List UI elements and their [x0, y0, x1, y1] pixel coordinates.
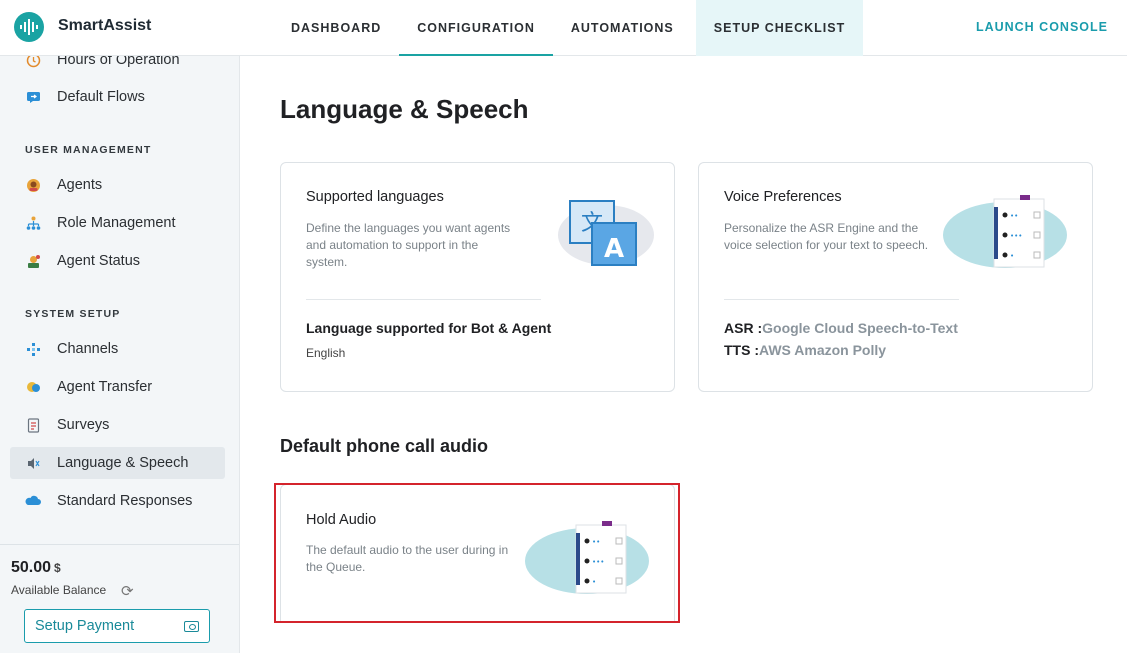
- voice-preferences-card[interactable]: Voice Preferences Personalize the ASR En…: [698, 162, 1093, 392]
- sidebar-item-label: Default Flows: [57, 89, 145, 105]
- sidebar: Hours of Operation Default Flows USER MA…: [0, 56, 240, 653]
- sidebar-item-agents[interactable]: Agents: [10, 169, 225, 201]
- sidebar-item-label: Agent Status: [57, 253, 141, 269]
- speech-icon: [25, 455, 41, 471]
- card-divider: [724, 299, 959, 300]
- sidebar-item-label: Channels: [57, 341, 119, 357]
- hierarchy-icon: [25, 215, 41, 231]
- sidebar-item-label: Standard Responses: [57, 493, 193, 509]
- balance-value: 50.00: [11, 559, 52, 576]
- sidebar-item-label: Role Management: [57, 215, 176, 231]
- card-title: Voice Preferences: [724, 189, 842, 205]
- highlight-box: [274, 483, 680, 623]
- setup-payment-label: Setup Payment: [35, 618, 135, 634]
- refresh-icon[interactable]: ⟳: [121, 582, 134, 600]
- translate-icon: 文 A: [558, 200, 654, 266]
- sidebar-item-agent-transfer[interactable]: Agent Transfer: [10, 371, 225, 403]
- sidebar-item-default-flows[interactable]: Default Flows: [10, 81, 225, 113]
- cloud-icon: [25, 493, 41, 509]
- card-divider: [306, 299, 541, 300]
- svg-text:•: •: [1010, 252, 1014, 260]
- main-nav: DASHBOARD CONFIGURATION AUTOMATIONS SETU…: [273, 0, 864, 56]
- svg-text:••: ••: [1010, 212, 1018, 220]
- sidebar-item-surveys[interactable]: Surveys: [10, 409, 225, 441]
- asr-value: Google Cloud Speech-to-Text: [762, 320, 958, 336]
- section-system-setup: SYSTEM SETUP: [25, 308, 121, 320]
- status-icon: [25, 253, 41, 269]
- sidebar-item-label: Surveys: [57, 417, 110, 433]
- balance-amount: 50.00 $: [11, 559, 61, 577]
- language-subtitle: Language supported for Bot & Agent: [306, 320, 552, 336]
- language-value: English: [306, 346, 346, 360]
- clock-icon: [25, 56, 41, 68]
- top-bar: SmartAssist DASHBOARD CONFIGURATION AUTO…: [0, 0, 1127, 56]
- svg-text:•••: •••: [1010, 232, 1022, 240]
- tts-value: AWS Amazon Polly: [759, 342, 887, 358]
- launch-console-link[interactable]: LAUNCH CONSOLE: [976, 20, 1108, 34]
- survey-icon: [25, 417, 41, 433]
- setup-payment-button[interactable]: Setup Payment: [24, 609, 210, 643]
- sidebar-item-standard-responses[interactable]: Standard Responses: [10, 485, 225, 517]
- supported-languages-card[interactable]: Supported languages Define the languages…: [280, 162, 675, 392]
- sidebar-item-language-speech[interactable]: Language & Speech: [10, 447, 225, 479]
- tab-setup-checklist[interactable]: SETUP CHECKLIST: [695, 0, 864, 56]
- balance-label: Available Balance: [11, 583, 107, 597]
- tab-configuration[interactable]: CONFIGURATION: [399, 0, 553, 56]
- sidebar-item-role-management[interactable]: Role Management: [10, 207, 225, 239]
- sidebar-item-label: Agents: [57, 177, 103, 193]
- sidebar-item-label: Hours of Operation: [57, 56, 180, 68]
- smartassist-logo-icon[interactable]: [14, 12, 44, 42]
- page-title: Language & Speech: [280, 94, 529, 124]
- channels-icon: [25, 341, 41, 357]
- asr-row: ASR :Google Cloud Speech-to-Text: [724, 320, 958, 336]
- tab-dashboard[interactable]: DASHBOARD: [273, 0, 399, 56]
- voice-settings-illustration: •• ••• •: [943, 195, 1067, 268]
- sidebar-item-agent-status[interactable]: Agent Status: [10, 245, 225, 277]
- tts-label: TTS :: [724, 342, 759, 358]
- app-name: SmartAssist: [58, 17, 152, 34]
- flow-icon: [25, 89, 41, 105]
- card-title: Supported languages: [306, 189, 444, 205]
- asr-label: ASR :: [724, 320, 763, 336]
- agent-icon: [25, 177, 41, 193]
- card-description: Personalize the ASR Engine and the voice…: [724, 221, 929, 252]
- transfer-icon: [25, 379, 41, 395]
- section-user-management: USER MANAGEMENT: [25, 144, 152, 156]
- balance-panel: 50.00 $ Available Balance ⟳ Setup Payment: [0, 544, 239, 653]
- sidebar-item-hours-of-operation[interactable]: Hours of Operation: [10, 56, 225, 76]
- card-description: Define the languages you want agents and…: [306, 221, 511, 269]
- tts-row: TTS :AWS Amazon Polly: [724, 342, 886, 358]
- sidebar-item-label: Language & Speech: [57, 455, 189, 471]
- balance-currency: $: [54, 561, 61, 575]
- tab-automations[interactable]: AUTOMATIONS: [553, 0, 692, 56]
- section-title-phone-audio: Default phone call audio: [280, 436, 489, 456]
- sidebar-item-label: Agent Transfer: [57, 379, 153, 395]
- main-content: Language & Speech Supported languages De…: [241, 56, 1127, 653]
- svg-text:A: A: [604, 234, 624, 264]
- sidebar-item-channels[interactable]: Channels: [10, 333, 225, 365]
- money-icon: [184, 621, 199, 632]
